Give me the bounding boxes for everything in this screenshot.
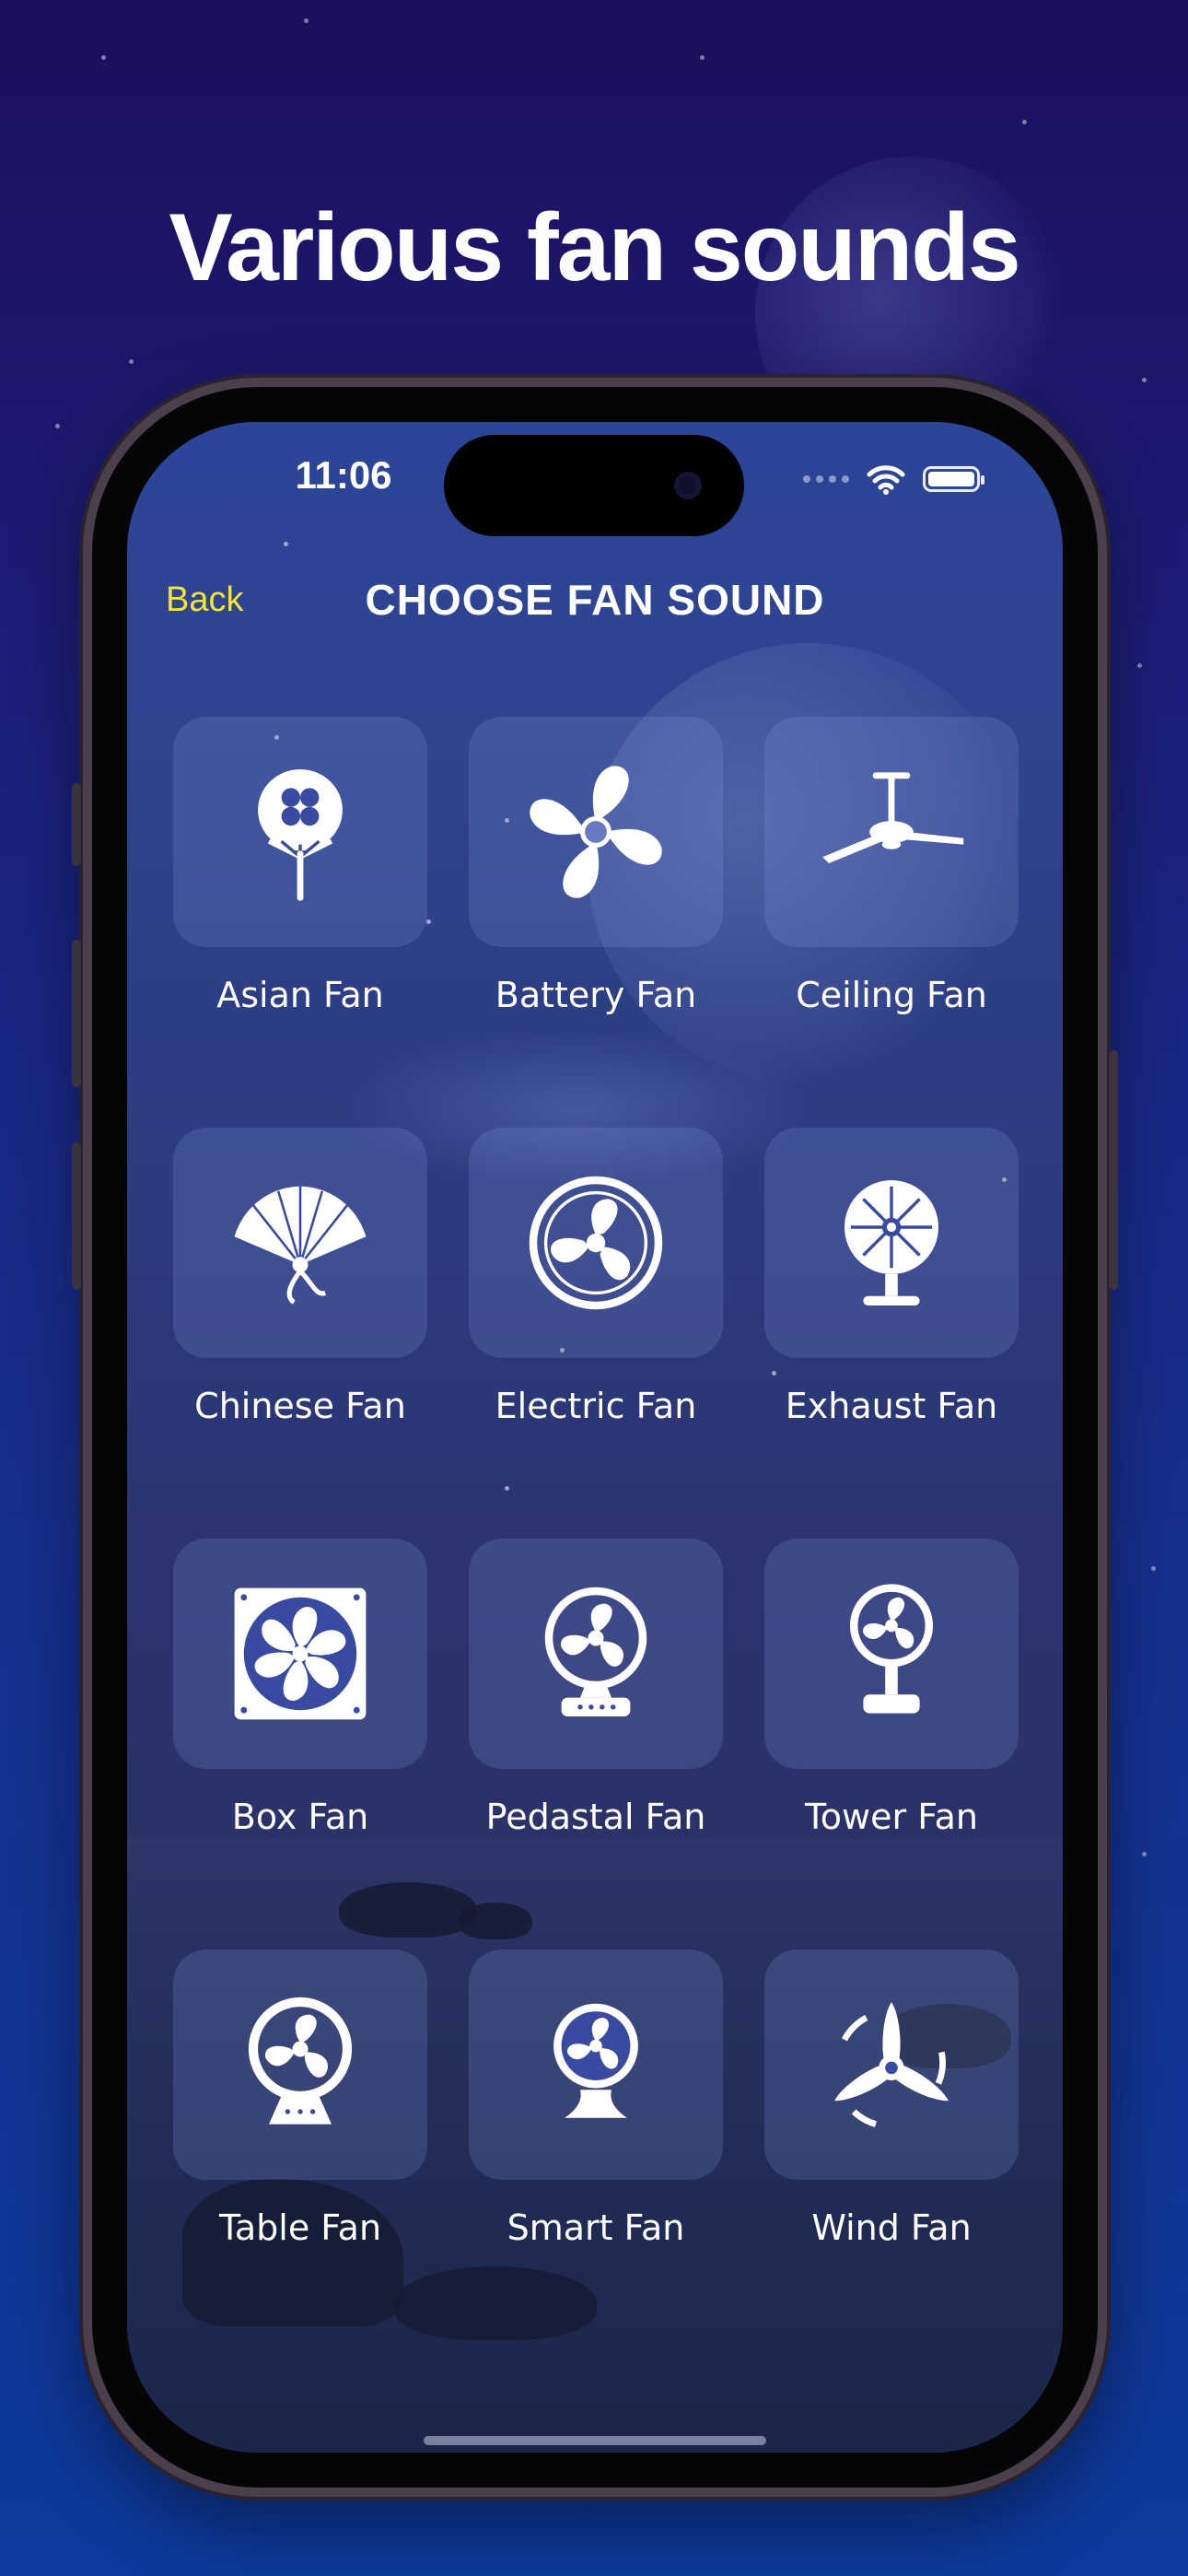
wind-fan-icon — [834, 2002, 949, 2127]
fan-tile-box[interactable] — [764, 1128, 1019, 1358]
fan-tile-box[interactable] — [173, 717, 427, 947]
power-button — [1109, 1050, 1118, 1290]
fan-tile-smart[interactable]: Smart Fan — [469, 1950, 723, 2360]
fan-tile-box[interactable] — [173, 1950, 427, 2180]
headline: Various fan sounds — [169, 193, 1020, 301]
background-star — [700, 55, 705, 60]
fan-tile-box[interactable] — [469, 717, 723, 947]
fan-tile-asian[interactable]: Asian Fan — [173, 717, 427, 1128]
fan-tile-table[interactable]: Table Fan — [173, 1950, 427, 2360]
smart-fan-icon — [553, 2003, 638, 2118]
volume-up-button — [72, 940, 81, 1087]
fan-tile-box[interactable] — [469, 1539, 723, 1769]
box-fan-icon — [234, 1587, 367, 1720]
chinese-fan-icon — [234, 1186, 367, 1305]
fan-tile-label: Wind Fan — [811, 2207, 972, 2248]
pedastal-fan-icon — [544, 1587, 647, 1716]
background-star — [1137, 663, 1142, 668]
fan-tile-exhaust[interactable]: Exhaust Fan — [764, 1128, 1019, 1539]
app-screen: 11:06 Back CHOOSE FAN SOUND Asian Fan Ba… — [127, 422, 1063, 2453]
fan-tile-label: Table Fan — [218, 2207, 382, 2248]
fan-tile-label: Chinese Fan — [194, 1386, 406, 1426]
background-star — [1022, 120, 1027, 124]
action-button — [72, 783, 81, 866]
fan-tile-label: Exhaust Fan — [785, 1386, 998, 1426]
fan-tile-box[interactable] — [469, 1128, 723, 1358]
fan-tile-battery[interactable]: Battery Fan — [469, 717, 723, 1128]
background-star — [55, 424, 60, 428]
fan-tile-chinese[interactable]: Chinese Fan — [173, 1128, 427, 1539]
exhaust-fan-icon — [844, 1180, 938, 1306]
wifi-icon — [867, 465, 905, 495]
fan-tile-label: Pedastal Fan — [485, 1797, 706, 1837]
front-camera — [674, 472, 702, 499]
status-indicators — [803, 461, 984, 498]
fan-tile-ceiling[interactable]: Ceiling Fan — [764, 717, 1019, 1128]
phone-frame: 11:06 Back CHOOSE FAN SOUND Asian Fan Ba… — [72, 378, 1118, 2497]
fan-tile-box[interactable] — [469, 1950, 723, 2180]
background-star — [1151, 1566, 1156, 1571]
fan-tile-box[interactable] — [173, 1539, 427, 1769]
fan-tile-box[interactable] — [764, 1950, 1019, 2180]
battery-icon — [923, 466, 984, 492]
volume-down-button — [72, 1142, 81, 1290]
tower-fan-icon — [849, 1584, 934, 1714]
fan-tile-box[interactable] — [764, 717, 1019, 947]
fan-tile-label: Smart Fan — [507, 2207, 685, 2248]
fan-tile-label: Ceiling Fan — [796, 975, 987, 1015]
fan-tile-label: Asian Fan — [216, 975, 384, 1015]
status-time: 11:06 — [295, 453, 392, 497]
fan-tile-wind[interactable]: Wind Fan — [764, 1950, 1019, 2360]
fan-tile-label: Tower Fan — [805, 1797, 978, 1837]
asian-fan-icon — [258, 769, 343, 901]
background-star — [1142, 1852, 1147, 1856]
fan-tile-pedastal[interactable]: Pedastal Fan — [469, 1539, 723, 1950]
fan-tile-electric[interactable]: Electric Fan — [469, 1128, 723, 1539]
fan-tile-tower[interactable]: Tower Fan — [764, 1539, 1019, 1950]
fan-tile-label: Electric Fan — [495, 1386, 697, 1426]
background-star — [101, 55, 106, 60]
background-star — [304, 18, 309, 23]
screen-star — [284, 542, 288, 546]
ceiling-fan-icon — [822, 772, 964, 863]
fan-grid: Asian Fan Battery Fan Ceiling Fan Chines… — [173, 717, 1019, 2360]
signal-dots-icon — [803, 475, 849, 483]
table-fan-icon — [248, 1996, 353, 2125]
fan-tile-box[interactable]: Box Fan — [173, 1539, 427, 1950]
electric-fan-icon — [529, 1176, 663, 1310]
home-indicator[interactable] — [424, 2436, 766, 2445]
fan-tile-label: Battery Fan — [495, 975, 697, 1015]
fan-tile-box[interactable] — [173, 1128, 427, 1358]
dynamic-island — [444, 435, 744, 536]
background-star — [1142, 378, 1147, 382]
fan-tile-box[interactable] — [764, 1539, 1019, 1769]
page-title: CHOOSE FAN SOUND — [365, 576, 825, 624]
fan-tile-label: Box Fan — [231, 1797, 369, 1837]
battery-fan-icon — [530, 766, 662, 898]
background-star — [129, 359, 134, 364]
